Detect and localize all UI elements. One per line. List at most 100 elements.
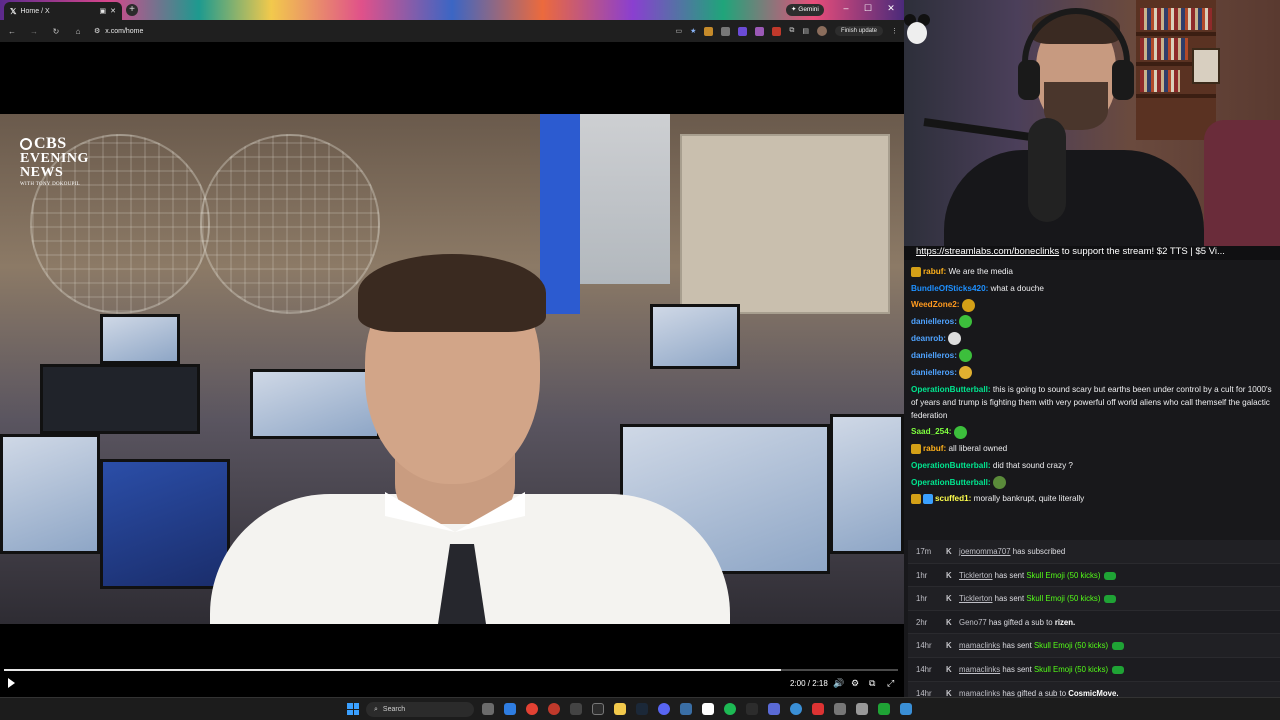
settings-gear-icon[interactable]: ⚙ xyxy=(851,678,859,689)
taskbar-search[interactable]: ⌕ Search xyxy=(366,702,474,717)
event-username[interactable]: mamaclinks xyxy=(959,689,1000,697)
activity-feed: 17m Kjoemomma707 has subscribed 1hr K Tickle… xyxy=(908,540,1280,697)
chat-username[interactable]: Saad_254: xyxy=(911,427,952,436)
site-info-icon[interactable]: ⚙ xyxy=(94,27,100,35)
app-icon[interactable] xyxy=(856,703,868,715)
windows-start-icon[interactable] xyxy=(347,703,359,715)
back-icon[interactable]: ← xyxy=(6,27,18,36)
chat-username[interactable]: BundleOfSticks420: xyxy=(911,284,988,293)
emote-icon xyxy=(948,332,962,346)
chat-username[interactable]: OperationButterball: xyxy=(911,461,991,470)
chat-username[interactable]: scuffed1: xyxy=(935,494,971,503)
extensions-puzzle-icon[interactable]: ⧉ xyxy=(789,27,794,35)
app-icon[interactable] xyxy=(900,703,912,715)
event-item: Skull Emoji (50 kicks) xyxy=(1033,641,1109,651)
microphone xyxy=(1028,118,1066,222)
cbs-evening-news-logo: CBS EVENING NEWS WITH TONY DOKOUPIL xyxy=(20,136,89,187)
finish-update-button[interactable]: Finish update xyxy=(834,26,883,36)
sidebar-icon[interactable]: ▤ xyxy=(802,27,809,35)
chrome-icon[interactable] xyxy=(548,703,560,715)
discord-icon[interactable] xyxy=(658,703,670,715)
address-bar[interactable]: ⚙ x.com/home xyxy=(94,27,654,36)
background-monitor xyxy=(40,364,200,434)
streamer-body xyxy=(944,150,1204,246)
logo-line3: NEWS xyxy=(20,165,64,180)
profile-avatar[interactable] xyxy=(816,26,827,36)
kicks-icon xyxy=(1104,595,1117,604)
extensions-row: ▭ ★ ⧉ ▤ Finish update ⋮ xyxy=(675,26,898,36)
event-username[interactable]: mamaclinks xyxy=(959,641,1000,650)
kick-icon[interactable] xyxy=(878,703,890,715)
logo-line2: EVENING xyxy=(20,151,89,166)
app-icon[interactable] xyxy=(790,703,802,715)
extension-icon[interactable] xyxy=(755,26,765,36)
app-icon[interactable] xyxy=(702,703,714,715)
app-icon[interactable] xyxy=(834,703,846,715)
chrome-icon[interactable] xyxy=(526,703,538,715)
app-icon[interactable] xyxy=(746,703,758,715)
extension-icon[interactable] xyxy=(721,26,731,36)
chat-username[interactable]: rabuf: xyxy=(923,267,946,276)
chat-message: OperationButterball: this is going to so… xyxy=(911,383,1275,422)
app-icon[interactable] xyxy=(680,703,692,715)
chat-username[interactable]: OperationButterball: xyxy=(911,478,991,487)
event-username[interactable]: mamaclinks xyxy=(959,665,1000,674)
app-icon[interactable] xyxy=(570,703,582,715)
streamlabs-link[interactable]: https://streamlabs.com/boneclinks xyxy=(916,246,1059,257)
kick-logo-icon: K xyxy=(946,570,952,580)
extension-icon[interactable] xyxy=(738,26,748,36)
video-progress-bar[interactable] xyxy=(4,669,898,671)
new-tab-button[interactable]: + xyxy=(126,4,138,16)
chat-username[interactable]: rabuf: xyxy=(923,444,946,453)
logo-line4: WITH TONY DOKOUPIL xyxy=(20,182,81,187)
chat-username[interactable]: OperationButterball: xyxy=(911,385,991,394)
video-frame[interactable]: CBS EVENING NEWS WITH TONY DOKOUPIL xyxy=(0,114,904,624)
forward-icon[interactable]: → xyxy=(28,27,40,36)
windows-taskbar: ⌕ Search xyxy=(0,697,1280,720)
activity-event: 2hr K Geno77 has gifted a sub to rizen. xyxy=(908,610,1280,635)
close-window-icon[interactable]: ✕ xyxy=(883,3,899,14)
chat-username[interactable]: danielleros: xyxy=(911,368,957,377)
spotify-icon[interactable] xyxy=(724,703,736,715)
chat-message: OperationButterball: xyxy=(911,475,1275,489)
edge-icon[interactable] xyxy=(504,703,516,715)
app-icon[interactable] xyxy=(812,703,824,715)
video-controls: 2:00 / 2:18 🔊 ⚙ ⧉ ⤢ xyxy=(0,624,904,697)
gemini-button[interactable]: ✦ Gemini xyxy=(786,4,824,16)
maximize-icon[interactable]: ☐ xyxy=(860,3,876,14)
chat-username[interactable]: deanrob: xyxy=(911,334,946,343)
browser-menu-icon[interactable]: ⋮ xyxy=(891,27,898,35)
reload-icon[interactable]: ↻ xyxy=(50,27,62,36)
chat-message: deanrob: xyxy=(911,332,1275,346)
tab-media-icon[interactable]: ▣ xyxy=(100,7,107,15)
steam-icon[interactable] xyxy=(636,703,648,715)
task-view-icon[interactable] xyxy=(482,703,494,715)
extension-icon[interactable] xyxy=(704,26,714,36)
event-action: has gifted a sub to xyxy=(1000,688,1069,697)
home-icon[interactable]: ⌂ xyxy=(72,27,84,36)
file-explorer-icon[interactable] xyxy=(614,703,626,715)
minimize-icon[interactable]: – xyxy=(838,3,854,13)
chat-username[interactable]: danielleros: xyxy=(911,351,957,360)
event-username[interactable]: Ticklerton xyxy=(959,571,993,580)
extension-icon[interactable] xyxy=(772,26,782,36)
fullscreen-icon[interactable]: ⤢ xyxy=(887,678,894,689)
tab-home-x[interactable]: 𝕏 Home / X ▣ ✕ xyxy=(4,2,122,20)
event-username[interactable]: joemomma707 xyxy=(959,547,1011,556)
kick-logo-icon: K xyxy=(946,594,952,604)
app-icon[interactable] xyxy=(592,703,604,715)
background-monitor xyxy=(650,304,740,369)
picture-in-picture-icon[interactable]: ⧉ xyxy=(869,678,875,689)
app-icon[interactable] xyxy=(768,703,780,715)
event-username[interactable]: Geno77 xyxy=(959,618,987,627)
play-icon[interactable] xyxy=(8,678,15,688)
tab-close-icon[interactable]: ✕ xyxy=(110,7,116,15)
chat-username[interactable]: WeedZone2: xyxy=(911,300,960,309)
volume-icon[interactable]: 🔊 xyxy=(833,678,844,689)
event-username[interactable]: Ticklerton xyxy=(959,594,993,603)
chat-username[interactable]: danielleros: xyxy=(911,317,957,326)
background-monitor xyxy=(830,414,904,554)
video-progress-fill xyxy=(4,669,782,671)
cast-icon[interactable]: ▭ xyxy=(675,27,682,35)
bookmark-star-icon[interactable]: ★ xyxy=(690,27,696,35)
